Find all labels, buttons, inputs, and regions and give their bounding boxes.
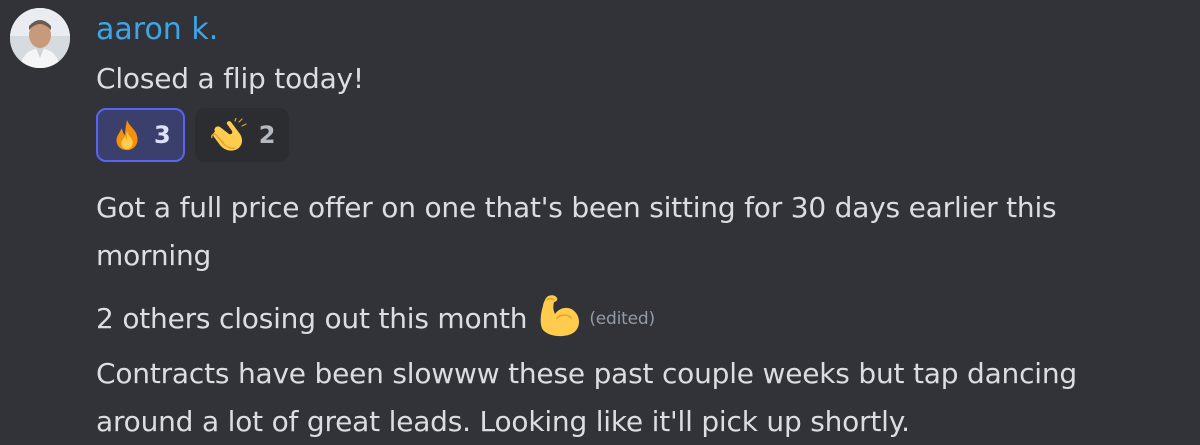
- reaction-count: 2: [258, 121, 276, 149]
- flexed-biceps-icon: [535, 292, 583, 351]
- reaction-fire[interactable]: 3: [96, 108, 185, 162]
- message-line-4a: Contracts have been slowww these past co…: [96, 357, 1077, 390]
- edited-label: (edited): [589, 309, 655, 329]
- fire-icon: [110, 118, 144, 152]
- message-line-1: Closed a flip today!: [96, 62, 364, 95]
- message-line-3: 2 others closing out this month (edited): [96, 292, 655, 351]
- message-line-2b: morning: [96, 239, 212, 272]
- clapping-hands-icon: [209, 118, 249, 152]
- avatar-photo-icon: [10, 8, 70, 68]
- reaction-clap[interactable]: 2: [194, 108, 290, 162]
- message-line-3-text: 2 others closing out this month: [96, 302, 528, 335]
- avatar[interactable]: [10, 8, 70, 68]
- reactions-bar: 3 2: [96, 108, 290, 162]
- author-name[interactable]: aaron k.: [96, 10, 218, 50]
- message-line-2a: Got a full price offer on one that's bee…: [96, 191, 1057, 224]
- message-line-4b: around a lot of great leads. Looking lik…: [96, 405, 910, 438]
- reaction-count: 3: [154, 121, 171, 149]
